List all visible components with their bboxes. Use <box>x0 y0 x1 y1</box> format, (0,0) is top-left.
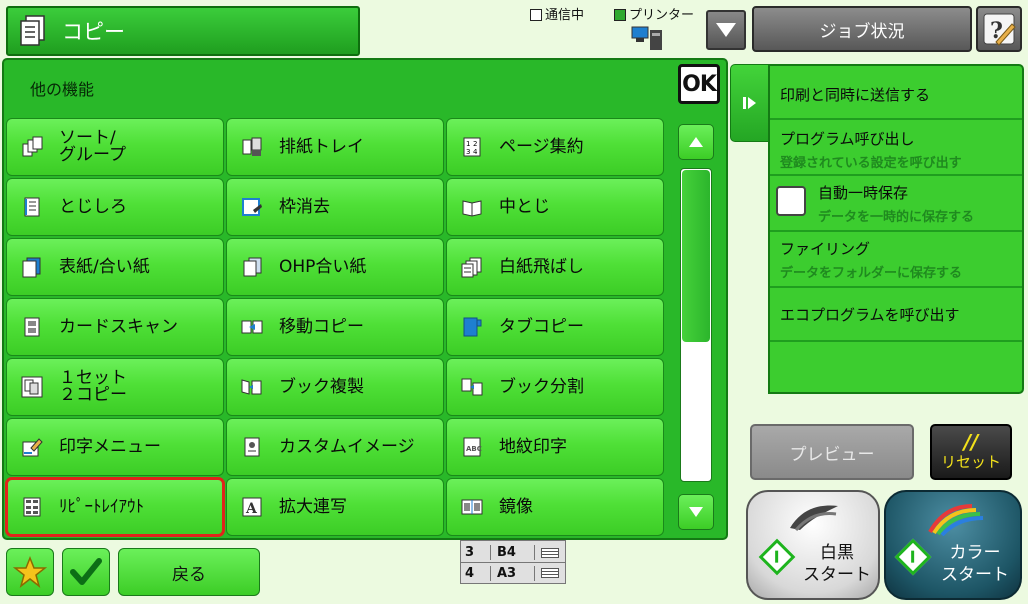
function-saddle-stitch-button[interactable]: 中とじ <box>446 178 664 236</box>
repeat-layout-icon <box>21 496 43 518</box>
device-status: 通信中 プリンター <box>528 4 704 54</box>
margin-shift-icon <box>21 196 43 218</box>
function-book-copy-button[interactable]: ブック複製 <box>226 358 444 416</box>
auto-temp-save-checkbox[interactable] <box>776 186 806 216</box>
ohp-inserts-icon <box>241 256 263 278</box>
start-diamond-icon <box>758 538 796 576</box>
paper-tray-status: 3 B4 4 A3 <box>460 540 566 584</box>
image-shift-icon <box>241 316 263 338</box>
scrollbar-thumb[interactable] <box>682 170 710 342</box>
mode-tab-copy[interactable]: コピー <box>6 6 360 56</box>
back-button[interactable]: 戻る <box>118 548 260 596</box>
copy-mode-icon <box>20 15 45 46</box>
side-panel-toggle[interactable] <box>730 64 770 142</box>
svg-text:A: A <box>245 501 258 517</box>
function-covers-inserts-button[interactable]: 表紙/合い紙 <box>6 238 224 296</box>
color-start-button[interactable]: カラー スタート <box>884 490 1022 600</box>
comm-status: 通信中 <box>530 4 584 23</box>
book-copy-icon <box>241 376 263 398</box>
preview-button[interactable]: プレビュー <box>750 424 914 480</box>
triangle-up-icon <box>689 137 703 147</box>
function-one-set-two-copy-button[interactable]: １セット ２コピー <box>6 358 224 416</box>
function-repeat-layout-button[interactable]: ﾘﾋﾟｰﾄﾚｲｱｳﾄ <box>5 477 225 537</box>
function-blank-skip-button[interactable]: 白紙飛ばし <box>446 238 664 296</box>
book-divide-icon <box>461 376 483 398</box>
card-scan-icon <box>21 316 43 338</box>
scroll-down-button[interactable] <box>678 494 714 530</box>
svg-text:2: 2 <box>473 140 477 148</box>
function-card-scan-button[interactable]: カードスキャン <box>6 298 224 356</box>
reset-button[interactable]: // リセット <box>930 424 1012 480</box>
paper-level-icon <box>541 547 559 558</box>
function-margin-shift-button[interactable]: とじしろ <box>6 178 224 236</box>
tray-row: 3 B4 <box>461 543 565 563</box>
function-sort-group-button[interactable]: ソート/グループ <box>6 118 224 176</box>
paper-level-icon <box>541 568 559 578</box>
job-status-button[interactable]: ジョブ状況 <box>752 6 972 52</box>
mirror-image-icon <box>461 496 483 518</box>
svg-text:4: 4 <box>473 148 478 156</box>
function-pattern-print-button[interactable]: ABC 地紋印字 <box>446 418 664 476</box>
function-stamp-menu-button[interactable]: 印字メニュー <box>6 418 224 476</box>
printer-checkbox-icon <box>614 9 626 21</box>
function-multipage-enlarge-button[interactable]: A 拡大連写 <box>226 478 444 536</box>
status-dropdown-button[interactable] <box>706 10 746 50</box>
filing-item[interactable]: ファイリング データをフォルダーに保存する <box>770 232 1022 288</box>
panel-expand-icon <box>743 97 756 109</box>
function-image-shift-button[interactable]: 移動コピー <box>226 298 444 356</box>
function-mirror-image-button[interactable]: 鏡像 <box>446 478 664 536</box>
page-title: コピー <box>62 20 125 44</box>
star-icon <box>13 556 47 588</box>
page-combine-icon: 1234 <box>461 136 483 158</box>
function-output-tray-button[interactable]: 排紙トレイ <box>226 118 444 176</box>
one-set-two-copy-icon <box>21 376 43 398</box>
svg-text:3: 3 <box>466 148 470 156</box>
function-book-divide-button[interactable]: ブック分割 <box>446 358 664 416</box>
color-start-label: カラー スタート <box>941 543 1009 585</box>
start-diamond-icon <box>894 538 932 576</box>
multipage-enlarge-icon: A <box>241 496 263 518</box>
printer-status: プリンター <box>614 4 694 23</box>
triangle-down-icon <box>716 23 736 37</box>
bw-brush-icon <box>790 505 838 531</box>
bw-start-button[interactable]: 白黒 スタート <box>746 490 880 600</box>
printer-activity-icon <box>631 26 662 50</box>
triangle-down-icon <box>689 507 703 517</box>
checkmark-icon <box>70 558 102 585</box>
saddle-stitch-icon <box>461 196 483 218</box>
tray-row: 4 A3 <box>461 563 565 583</box>
function-tab-copy-button[interactable]: タブコピー <box>446 298 664 356</box>
side-action-panel: 印刷と同時に送信する プログラム呼び出し 登録されている設定を呼び出す 自動一時… <box>768 64 1024 394</box>
help-button[interactable]: ? <box>976 6 1022 52</box>
function-custom-image-button[interactable]: カスタムイメージ <box>226 418 444 476</box>
eco-program-item[interactable]: エコプログラムを呼び出す <box>770 288 1022 342</box>
check-button[interactable] <box>62 548 110 596</box>
function-edge-erase-button[interactable]: 枠消去 <box>226 178 444 236</box>
function-ohp-inserts-button[interactable]: OHP合い紙 <box>226 238 444 296</box>
help-icon: ? <box>983 13 1016 46</box>
favorite-button[interactable] <box>6 548 54 596</box>
blank-skip-icon <box>461 256 483 278</box>
svg-text:ABC: ABC <box>466 445 482 453</box>
edge-erase-icon <box>241 196 263 218</box>
reset-icon: // <box>963 429 979 454</box>
output-tray-icon <box>241 136 263 158</box>
panel-title: 他の機能 <box>30 80 95 99</box>
scroll-up-button[interactable] <box>678 124 714 160</box>
ok-button[interactable]: OK <box>678 64 720 104</box>
sort-group-icon <box>21 136 43 158</box>
send-while-printing-item[interactable]: 印刷と同時に送信する <box>770 66 1022 120</box>
custom-image-icon <box>241 436 263 458</box>
bw-start-label: 白黒 スタート <box>803 543 871 585</box>
program-recall-item[interactable]: プログラム呼び出し 登録されている設定を呼び出す <box>770 120 1022 176</box>
comm-checkbox-icon <box>530 9 542 21</box>
function-page-combine-button[interactable]: 1234 ページ集約 <box>446 118 664 176</box>
svg-text:1: 1 <box>466 140 470 148</box>
covers-inserts-icon <box>21 256 43 278</box>
color-brush-icon <box>928 504 984 536</box>
pattern-print-icon: ABC <box>461 436 483 458</box>
tab-copy-icon <box>461 316 483 338</box>
stamp-menu-icon <box>21 436 43 458</box>
auto-temp-save-item[interactable]: 自動一時保存 データを一時的に保存する <box>770 176 1022 232</box>
